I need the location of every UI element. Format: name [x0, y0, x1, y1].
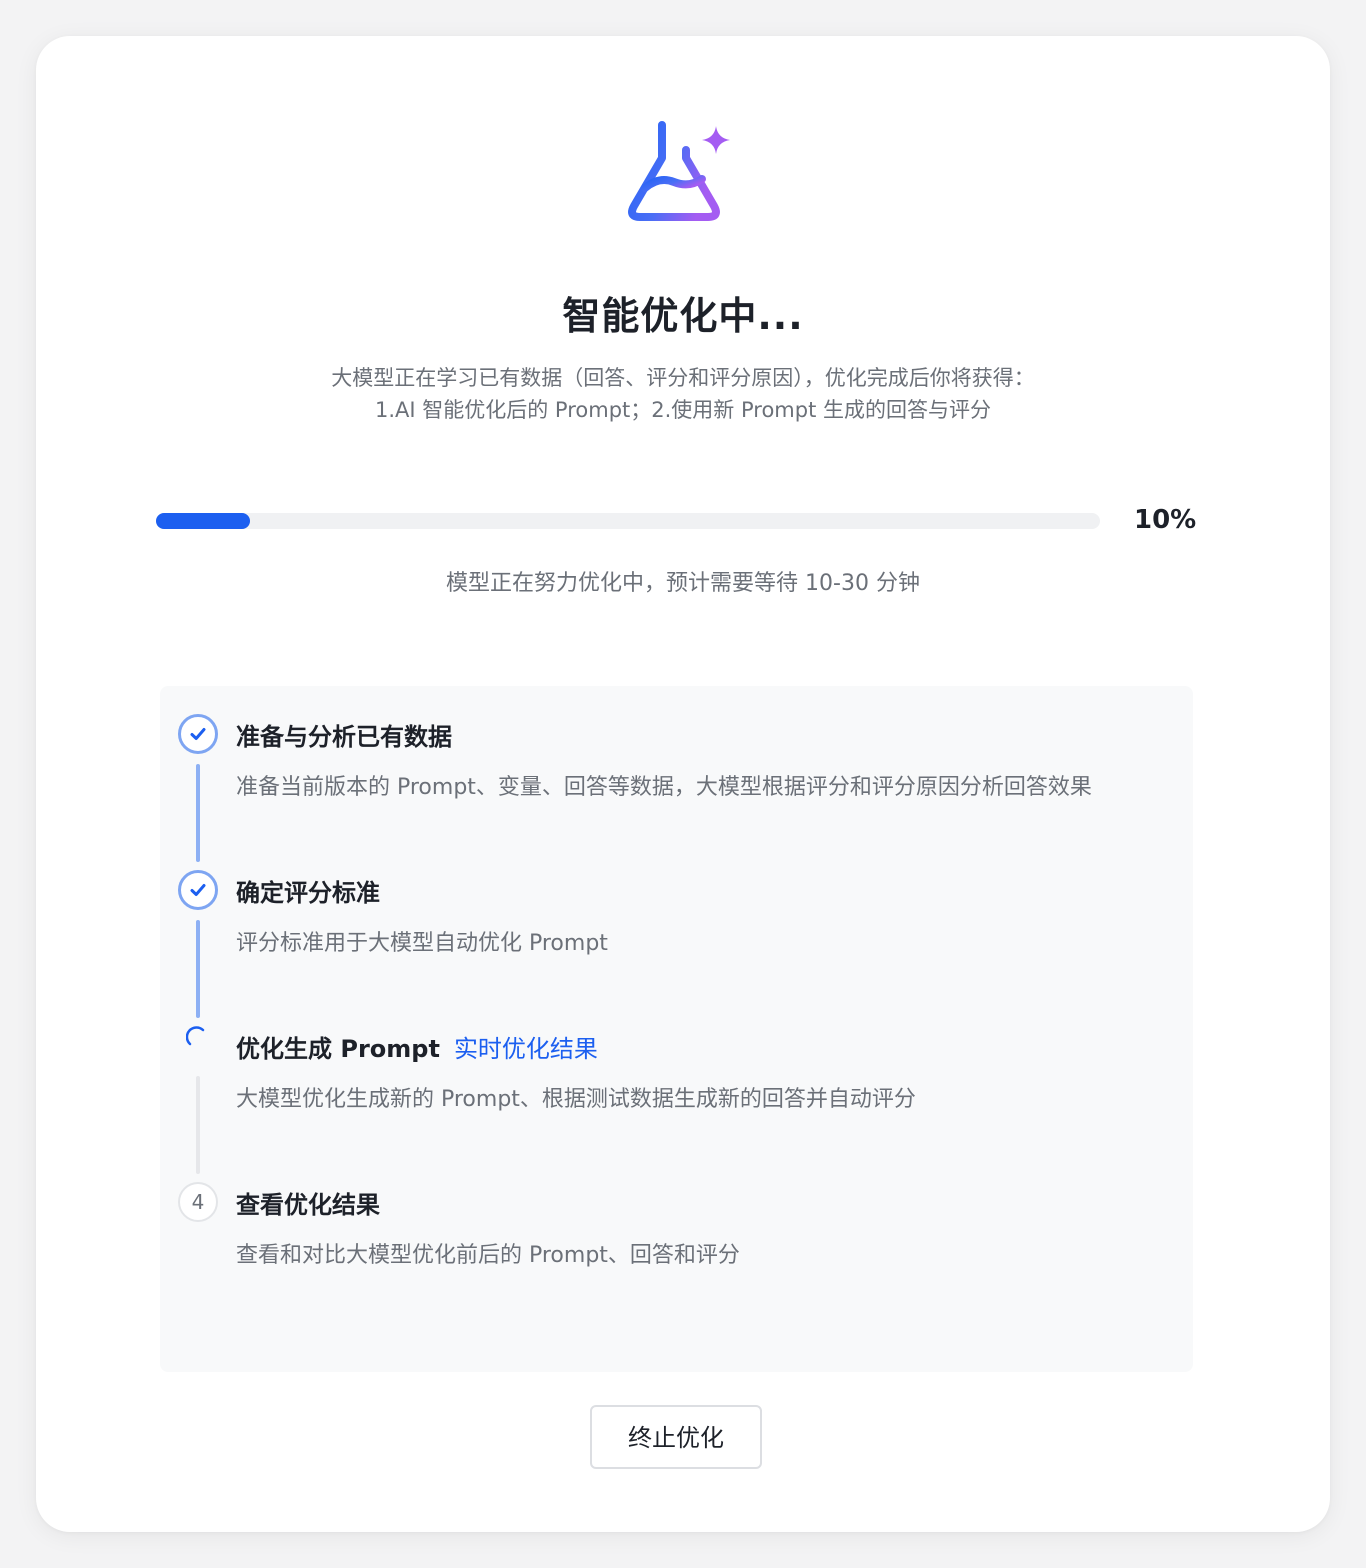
live-result-link[interactable]: 实时优化结果: [454, 1035, 598, 1063]
step-connector: [196, 920, 200, 1018]
description-line-2: 1.AI 智能优化后的 Prompt；2.使用新 Prompt 生成的回答与评分: [374, 398, 991, 422]
page-title: 智能优化中...: [562, 294, 804, 338]
progress-hint: 模型正在努力优化中，预计需要等待 10-30 分钟: [446, 571, 920, 596]
progress-bar: [156, 513, 1100, 529]
step-done-marker: [178, 870, 218, 910]
step-description: 准备当前版本的 Prompt、变量、回答等数据，大模型根据评分和评分原因分析回答…: [236, 775, 1092, 800]
description-line-1: 大模型正在学习已有数据（回答、评分和评分原因），优化完成后你将获得：: [331, 366, 1035, 390]
step-description: 大模型优化生成新的 Prompt、根据测试数据生成新的回答并自动评分: [236, 1087, 916, 1112]
page-description: 大模型正在学习已有数据（回答、评分和评分原因），优化完成后你将获得： 1.AI …: [36, 362, 1330, 426]
spinner-icon: [186, 1026, 205, 1046]
step-description: 评分标准用于大模型自动优化 Prompt: [236, 931, 608, 956]
step-number-marker: 4: [178, 1182, 218, 1222]
step-title: 确定评分标准: [236, 879, 380, 907]
step-connector: [196, 1076, 200, 1174]
step-title: 优化生成 Prompt 实时优化结果: [236, 1032, 598, 1066]
step-title-text: 优化生成 Prompt: [236, 1035, 440, 1063]
flask-sparkle-icon: [623, 116, 735, 226]
stop-optimization-button[interactable]: 终止优化: [590, 1405, 762, 1469]
check-icon: [190, 728, 206, 740]
steps-panel: 准备与分析已有数据 准备当前版本的 Prompt、变量、回答等数据，大模型根据评…: [160, 686, 1193, 1372]
progress-fill: [156, 513, 251, 529]
step-title: 查看优化结果: [236, 1191, 380, 1219]
step-connector: [196, 764, 200, 862]
progress-percent: 10%: [1134, 505, 1197, 535]
step-title: 准备与分析已有数据: [236, 723, 452, 751]
step-description: 查看和对比大模型优化前后的 Prompt、回答和评分: [236, 1243, 740, 1268]
step-done-marker: [178, 714, 218, 754]
check-icon: [190, 884, 206, 896]
optimization-dialog: 智能优化中... 大模型正在学习已有数据（回答、评分和评分原因），优化完成后你将…: [36, 36, 1330, 1532]
step-loading-marker: [178, 1026, 218, 1066]
